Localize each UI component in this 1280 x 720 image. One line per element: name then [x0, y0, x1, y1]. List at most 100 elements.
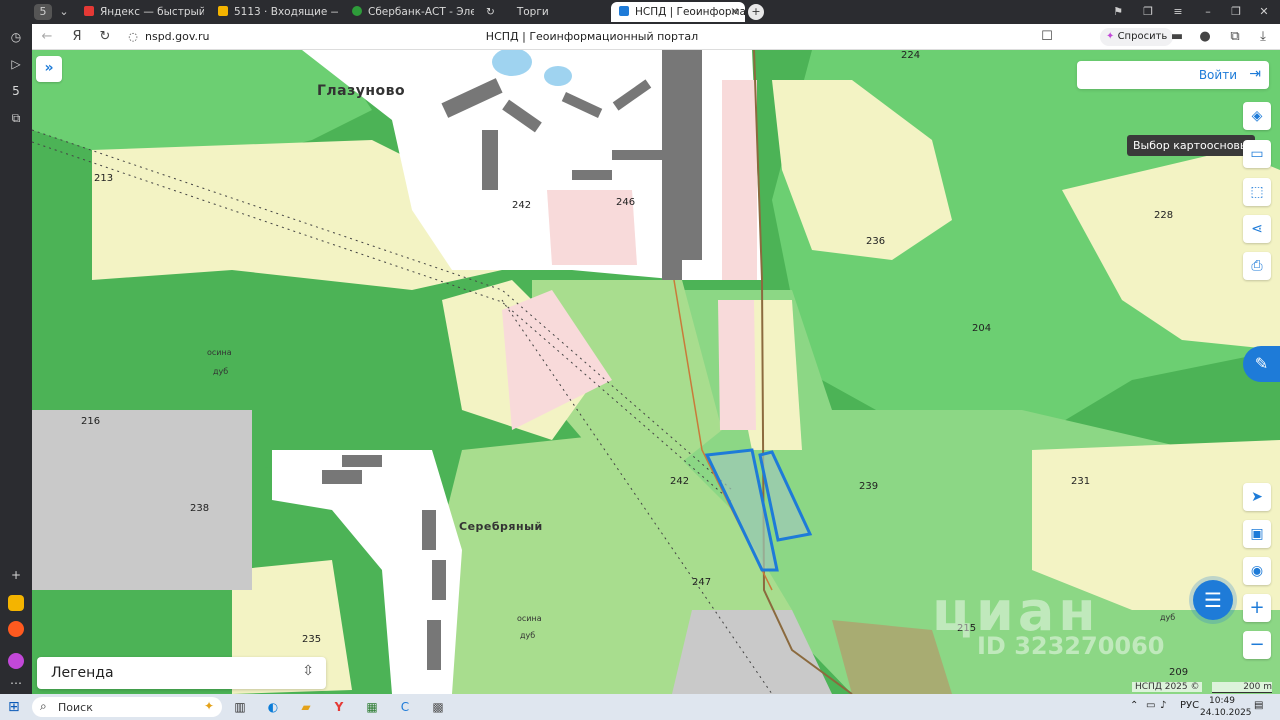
- ask-button[interactable]: ✦ Спросить: [1100, 28, 1174, 46]
- browser-sidebar: ◷ ▷ 5 ⧉ + ⋯: [0, 0, 32, 694]
- town-label-glazunovo: Глазуново: [317, 83, 406, 99]
- elevation-label: 242: [512, 200, 532, 211]
- new-tab-icon[interactable]: +: [748, 4, 764, 20]
- bookmark-icon[interactable]: ☐: [1038, 28, 1056, 46]
- tab-label: Сбербанк-АСТ - Электрон: [368, 6, 474, 18]
- tab-label: Яндекс — быстрый поиск: [100, 6, 204, 18]
- search-placeholder: Поиск: [58, 701, 93, 714]
- expand-collapse-icon[interactable]: ⇳: [302, 663, 314, 679]
- windows-taskbar: ⊞ ⌕ Поиск ✦ ▥ ◐ ▰ Y ▦ C ▩ ⌃ ▭ ♪ РУС 10:4…: [0, 694, 1280, 720]
- pond-2: [544, 66, 572, 86]
- file-explorer-icon[interactable]: ▰: [296, 697, 316, 717]
- app-mail-icon[interactable]: [8, 621, 24, 637]
- yandex-browser-icon[interactable]: Y: [329, 697, 349, 717]
- screen: 👤 5 ⌄ Яндекс — быстрый поиск 5113 · Вход…: [0, 0, 1280, 720]
- input-language[interactable]: РУС: [1180, 700, 1199, 711]
- elevation-label: 242: [670, 476, 690, 487]
- select-area-icon[interactable]: ⬚: [1243, 178, 1271, 206]
- elevation-label: 247: [692, 577, 712, 588]
- restore-icon[interactable]: ❐: [1228, 4, 1244, 20]
- yandex-icon[interactable]: Я: [68, 28, 86, 46]
- add-icon[interactable]: +: [7, 566, 25, 584]
- tree-label: осина: [207, 348, 232, 357]
- extension-icon[interactable]: ▬: [1168, 28, 1186, 46]
- app-notes-icon[interactable]: [8, 595, 24, 611]
- share-icon[interactable]: ⋖: [1243, 215, 1271, 243]
- elevation-label: 246: [616, 197, 636, 208]
- task-view-icon[interactable]: ▥: [230, 697, 250, 717]
- volume-icon[interactable]: ♪: [1160, 700, 1166, 711]
- tab-nspd[interactable]: НСПД | Геоинформацио ✕: [611, 2, 745, 22]
- screenshot-icon[interactable]: ⧉: [7, 109, 25, 127]
- ruler-icon[interactable]: ▭: [1243, 140, 1271, 168]
- windows-start-icon[interactable]: ⊞: [8, 699, 24, 715]
- elevation-label: 238: [190, 503, 210, 514]
- parcel-pink-3: [722, 80, 757, 280]
- tab-label: 5113 · Входящие — Яндек: [234, 6, 338, 18]
- parcel-pink-4: [718, 300, 756, 430]
- tab-torgi[interactable]: ↻ Торги: [486, 2, 596, 22]
- app-c-icon[interactable]: C: [395, 697, 415, 717]
- elevation-label: 236: [866, 236, 886, 247]
- history-icon[interactable]: ◷: [7, 28, 25, 46]
- tree-label: осина: [517, 614, 542, 623]
- tab-label: НСПД | Геоинформацио: [635, 6, 745, 18]
- expand-panel-button[interactable]: »: [36, 56, 62, 82]
- avatar-extension-icon[interactable]: ●: [1196, 28, 1214, 46]
- town-label-serebryany: Серебряный: [459, 520, 543, 533]
- tab-sberbank-ast[interactable]: Сбербанк-АСТ - Электрон: [352, 2, 474, 22]
- login-button[interactable]: Войти ⇥: [1077, 61, 1269, 89]
- tab-group-icon[interactable]: 5: [34, 4, 52, 20]
- login-icon: ⇥: [1249, 66, 1261, 82]
- play-icon[interactable]: ▷: [7, 55, 25, 73]
- bookmark-manager-icon[interactable]: ⚑: [1110, 4, 1126, 20]
- location-pin-icon[interactable]: ◉: [1243, 557, 1271, 585]
- minimap-icon[interactable]: ▣: [1243, 520, 1271, 548]
- network-icon[interactable]: ▭: [1146, 700, 1155, 711]
- reload-icon[interactable]: ↻: [96, 28, 114, 46]
- tab-mail[interactable]: 5113 · Входящие — Яндек: [218, 2, 338, 22]
- watermark-id: ID 323270060: [977, 632, 1165, 660]
- menu-icon[interactable]: ≡: [1170, 4, 1186, 20]
- minimize-icon[interactable]: –: [1200, 4, 1216, 20]
- basemap-tooltip: Выбор картоосновы: [1127, 135, 1255, 156]
- clock[interactable]: 10:49 24.10.2025: [1200, 695, 1252, 719]
- zoom-out-button[interactable]: −: [1243, 631, 1271, 659]
- tree-label: дуб: [520, 631, 536, 640]
- tree-label: дуб: [1160, 613, 1176, 622]
- chevron-down-icon[interactable]: ⌄: [56, 4, 72, 20]
- feedback-icon[interactable]: ✎: [1243, 346, 1280, 382]
- zoom-in-button[interactable]: +: [1243, 594, 1271, 622]
- tab-yandex[interactable]: Яндекс — быстрый поиск: [84, 2, 204, 22]
- close-tab-icon[interactable]: ✕: [730, 2, 739, 22]
- download-icon[interactable]: ⤓: [1254, 28, 1272, 46]
- back-icon[interactable]: ←: [38, 28, 56, 46]
- close-window-icon[interactable]: ✕: [1256, 4, 1272, 20]
- sparkle-icon: ✦: [1106, 31, 1115, 42]
- elevation-label: 235: [302, 634, 322, 645]
- elevation-label: 239: [859, 481, 879, 492]
- tab-label: Торги: [516, 6, 549, 18]
- grey-zone-west: [32, 410, 252, 590]
- address-bar: ← Я ↻ ◌ nspd.gov.ru НСПД | Геоинформацио…: [32, 24, 1280, 50]
- layers-icon[interactable]: ◈: [1243, 102, 1271, 130]
- map-viewport[interactable]: Глазуново Серебряный 213 242 246 224 236…: [32, 50, 1280, 694]
- edge-icon[interactable]: ◐: [263, 697, 283, 717]
- map-scale: 200 m: [1212, 682, 1272, 693]
- notifications-icon[interactable]: ▤: [1254, 700, 1263, 711]
- calculator-icon[interactable]: ▦: [362, 697, 382, 717]
- taskbar-search[interactable]: ⌕ Поиск ✦: [32, 697, 222, 717]
- collections-icon[interactable]: ❐: [1140, 4, 1156, 20]
- legend-panel[interactable]: Легенда ⇳: [37, 657, 326, 689]
- reader-icon[interactable]: ⧉: [1226, 28, 1244, 46]
- alice-icon[interactable]: [8, 653, 24, 669]
- app-image-icon[interactable]: ▩: [428, 697, 448, 717]
- more-apps-icon[interactable]: ⋯: [7, 674, 25, 692]
- site-info-icon[interactable]: ◌: [124, 28, 142, 46]
- url-text[interactable]: nspd.gov.ru: [145, 30, 210, 43]
- chat-button[interactable]: ☰: [1193, 580, 1233, 620]
- print-icon[interactable]: ⎙: [1243, 252, 1271, 280]
- counter-icon[interactable]: 5: [7, 82, 25, 100]
- geolocation-icon[interactable]: ➤: [1243, 483, 1271, 511]
- tray-chevron-icon[interactable]: ⌃: [1130, 700, 1138, 711]
